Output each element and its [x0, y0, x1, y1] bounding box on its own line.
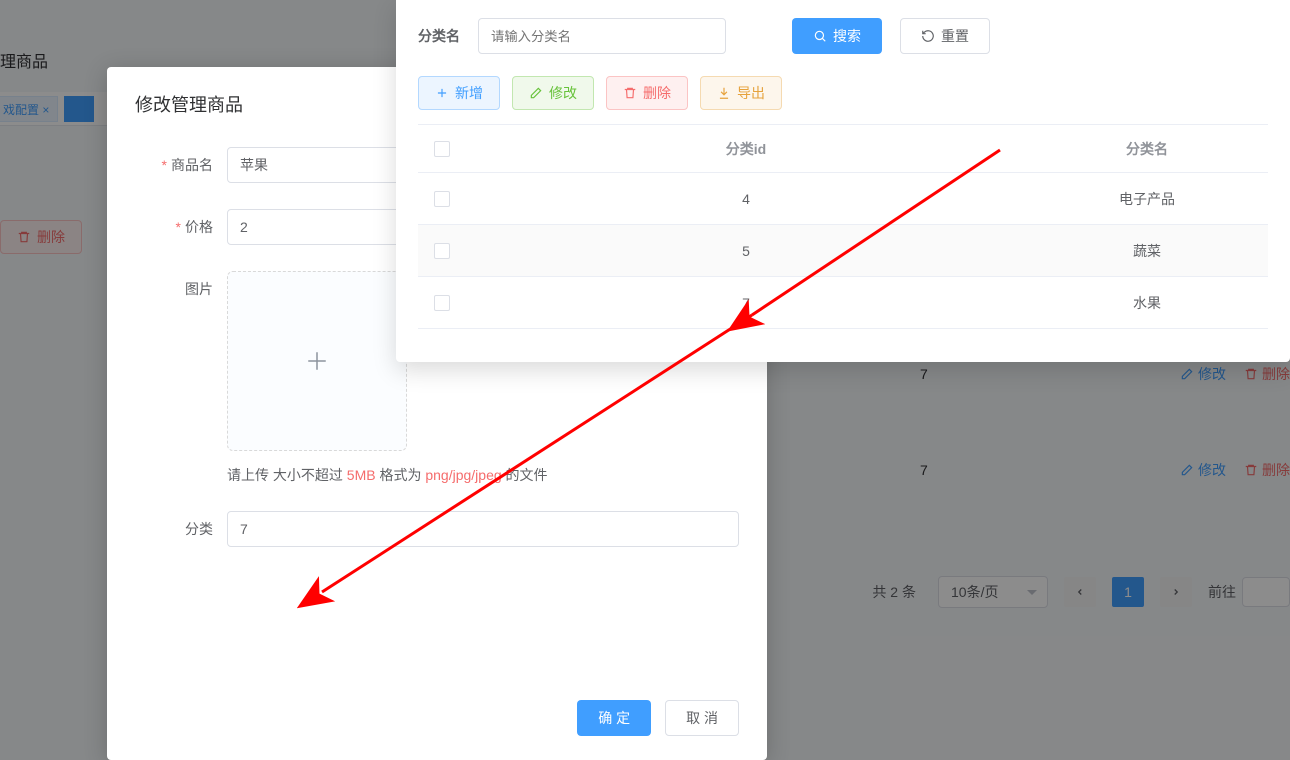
cell-name: 水果 [1026, 293, 1268, 313]
table-row[interactable]: 5 蔬菜 [418, 225, 1268, 277]
row-checkbox[interactable] [434, 191, 450, 207]
reset-button[interactable]: 重置 [900, 18, 990, 54]
search-button[interactable]: 搜索 [792, 18, 882, 54]
table-row[interactable]: 7 水果 [418, 277, 1268, 329]
trash-icon [623, 86, 637, 100]
cell-name: 蔬菜 [1026, 241, 1268, 261]
col-name: 分类名 [1026, 139, 1268, 159]
toolbar-add-button[interactable]: 新增 [418, 76, 500, 110]
category-table: 分类id 分类名 4 电子产品 5 蔬菜 7 水果 [418, 124, 1268, 329]
ok-button[interactable]: 确 定 [577, 700, 651, 736]
table-header: 分类id 分类名 [418, 125, 1268, 173]
toolbar-edit-button[interactable]: 修改 [512, 76, 594, 110]
upload-tip: 请上传 大小不超过 5MB 格式为 png/jpg/jpeg 的文件 [227, 465, 739, 485]
toolbar-export-button[interactable]: 导出 [700, 76, 782, 110]
cell-id: 4 [466, 191, 1026, 207]
edit-icon [529, 86, 543, 100]
image-label: 图片 [135, 271, 227, 307]
col-id: 分类id [466, 139, 1026, 159]
download-icon [717, 86, 731, 100]
select-all-checkbox[interactable] [434, 141, 450, 157]
row-checkbox[interactable] [434, 243, 450, 259]
cancel-button[interactable]: 取 消 [665, 700, 739, 736]
toolbar-delete-button[interactable]: 删除 [606, 76, 688, 110]
filter-label: 分类名 [418, 26, 460, 46]
category-label: 分类 [135, 511, 227, 547]
plus-icon [435, 86, 449, 100]
image-uploader[interactable] [227, 271, 407, 451]
filter-input[interactable] [478, 18, 726, 54]
cell-id: 7 [466, 295, 1026, 311]
row-checkbox[interactable] [434, 295, 450, 311]
refresh-icon [921, 29, 935, 43]
product-name-label: *商品名 [135, 147, 227, 183]
price-label: *价格 [135, 209, 227, 245]
cell-name: 电子产品 [1026, 189, 1268, 209]
category-select-panel: 分类名 搜索 重置 新增 修改 删除 导出 [396, 0, 1290, 362]
table-row[interactable]: 4 电子产品 [418, 173, 1268, 225]
cell-id: 5 [466, 243, 1026, 259]
plus-icon [302, 346, 332, 376]
category-input[interactable] [227, 511, 739, 547]
search-icon [813, 29, 827, 43]
